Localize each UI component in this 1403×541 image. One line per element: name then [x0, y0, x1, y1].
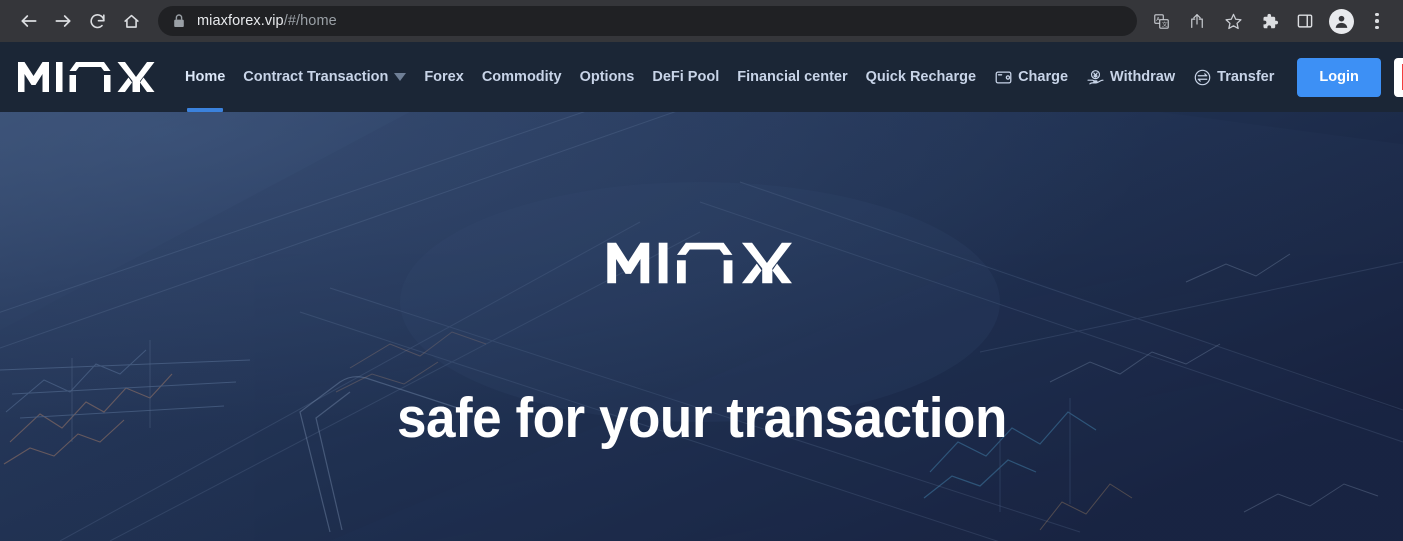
nav-item-label: Withdraw — [1110, 69, 1176, 85]
nav-item-label: Commodity — [481, 69, 562, 85]
hero-miax-logo — [606, 240, 797, 291]
nav-item-charge[interactable]: Charge — [985, 42, 1077, 112]
nav-item-transfer[interactable]: Transfer — [1184, 42, 1283, 112]
translate-icon[interactable]: A 文 — [1146, 6, 1176, 36]
nav-item-label: Forex — [424, 69, 464, 85]
url-text: miaxforex.vip/#/home — [197, 13, 337, 29]
menu-dots — [1375, 12, 1379, 30]
chevron-down-icon — [394, 73, 407, 81]
home-icon[interactable] — [116, 6, 146, 36]
hand-coin-yen-icon — [1086, 68, 1105, 87]
nav-item-label: Charge — [1018, 69, 1069, 85]
reload-icon[interactable] — [82, 6, 112, 36]
nav-item-label: Quick Recharge — [865, 69, 977, 85]
nav-item-label: Contract Transaction — [243, 69, 389, 85]
wallet-icon — [994, 68, 1013, 87]
nav-item-label: Transfer — [1217, 69, 1275, 85]
nav-item-forex[interactable]: Forex — [415, 42, 473, 112]
logup-button[interactable]: Logup — [1393, 57, 1403, 97]
nav-item-commodity[interactable]: Commodity — [473, 42, 571, 112]
nav-item-label: Financial center — [737, 69, 848, 85]
exchange-arrows-icon — [1193, 68, 1212, 87]
browser-toolbar-icons: A 文 — [1143, 6, 1395, 36]
back-arrow-icon[interactable] — [14, 6, 44, 36]
url-domain: miaxforex.vip — [197, 13, 284, 29]
forward-arrow-icon[interactable] — [48, 6, 78, 36]
nav-item-financial-center[interactable]: Financial center — [728, 42, 856, 112]
login-button[interactable]: Login — [1297, 57, 1381, 97]
three-dot-menu-icon[interactable] — [1362, 6, 1392, 36]
hero-banner: safe for your transaction — [0, 112, 1403, 541]
nav-item-label: Options — [579, 69, 635, 85]
nav-item-label: DeFi Pool — [652, 69, 720, 85]
hero-content: safe for your transaction — [0, 112, 1403, 541]
site-nav-actions: Login Logup Engli — [1297, 57, 1403, 97]
side-panel-icon[interactable] — [1290, 6, 1320, 36]
miax-logo[interactable] — [18, 60, 158, 94]
nav-item-defi-pool[interactable]: DeFi Pool — [643, 42, 728, 112]
svg-text:A: A — [1156, 17, 1160, 23]
nav-item-contract-transaction[interactable]: Contract Transaction — [234, 42, 415, 112]
browser-toolbar: miaxforex.vip/#/home A 文 — [0, 0, 1403, 42]
url-path: /#/home — [283, 13, 337, 29]
site-nav-items: Home Contract Transaction Forex Commodit… — [176, 42, 1283, 112]
extensions-puzzle-icon[interactable] — [1254, 6, 1284, 36]
hero-tagline: safe for your transaction — [396, 386, 1007, 450]
nav-item-home[interactable]: Home — [176, 42, 234, 112]
nav-item-label: Home — [185, 69, 226, 85]
avatar — [1328, 8, 1354, 34]
share-icon[interactable] — [1182, 6, 1212, 36]
nav-item-options[interactable]: Options — [571, 42, 644, 112]
nav-item-quick-recharge[interactable]: Quick Recharge — [857, 42, 985, 112]
lock-icon — [172, 13, 186, 29]
site-navbar: Home Contract Transaction Forex Commodit… — [0, 42, 1403, 112]
profile-avatar-icon[interactable] — [1326, 6, 1356, 36]
bookmark-star-icon[interactable] — [1218, 6, 1248, 36]
nav-item-withdraw[interactable]: Withdraw — [1077, 42, 1184, 112]
address-bar[interactable]: miaxforex.vip/#/home — [158, 6, 1137, 36]
